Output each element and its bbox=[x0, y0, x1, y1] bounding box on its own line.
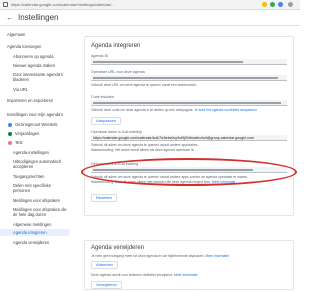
help-text: Deze agenda wordt voor iedereen definiti… bbox=[91, 273, 291, 277]
field-label: Openbare URL voor deze agenda bbox=[91, 70, 145, 74]
ical-url-value[interactable]: https://calendar.google.com/calendar/ica… bbox=[93, 136, 285, 140]
sidebar-item-share[interactable]: Delen met specifieke personen bbox=[13, 183, 67, 193]
browser-url-bar[interactable]: https://calendar.google.com/calendar/r/s… bbox=[0, 0, 300, 10]
extension-icon[interactable] bbox=[278, 2, 283, 7]
sidebar-item-import-export[interactable]: Importeren en exporteren bbox=[7, 98, 53, 103]
calendar-color-dot bbox=[8, 141, 12, 145]
extension-icon[interactable] bbox=[262, 2, 267, 7]
field-label: Openbaar adres in iCal-indeling bbox=[91, 130, 142, 134]
public-url-field[interactable] bbox=[91, 75, 287, 81]
sidebar-item-subscribe[interactable]: Abonneren op agenda bbox=[13, 54, 54, 59]
help-text: Gebruik dit adres om deze agenda te open… bbox=[91, 143, 199, 147]
sidebar-item-new-calendar[interactable]: Nieuwe agenda maken bbox=[13, 63, 55, 68]
back-arrow-icon[interactable]: ← bbox=[6, 13, 14, 22]
redacted-text bbox=[93, 77, 278, 79]
customize-button[interactable]: Aanpassen bbox=[91, 117, 122, 125]
redacted-text bbox=[93, 102, 281, 104]
field-label: Geheim adres in iCal-indeling bbox=[91, 162, 139, 166]
sidebar-calendar-test[interactable]: Test bbox=[15, 140, 23, 145]
sidebar-section-my-calendars[interactable]: Instellingen voor mijn agenda's bbox=[7, 112, 63, 117]
embed-code-field[interactable] bbox=[91, 100, 287, 106]
learn-more-link[interactable]: Meer informatie bbox=[174, 273, 198, 277]
help-text-body: Gebruik deze code om deze agenda in te s… bbox=[91, 108, 194, 112]
remove-calendar-card: Agenda verwijderen Je hebt geen toegang … bbox=[84, 240, 294, 290]
sidebar-item-access[interactable]: Toegangsrechten bbox=[13, 174, 44, 179]
calendar-color-dot bbox=[8, 132, 12, 136]
section-title: Agenda integreren bbox=[91, 43, 141, 49]
settings-sidebar: Algemeen Agenda toevoegen Abonneren op a… bbox=[0, 26, 70, 291]
profile-avatar[interactable] bbox=[288, 2, 293, 7]
calendar-color-dot bbox=[8, 123, 12, 127]
sidebar-section-add-calendar[interactable]: Agenda toevoegen bbox=[7, 44, 41, 49]
learn-more-link[interactable]: Meer informatie bbox=[205, 254, 229, 258]
sidebar-item-allday-notifications[interactable]: Meldingen voor afspraken die de hele dag… bbox=[13, 207, 67, 217]
sidebar-item-remove[interactable]: Agenda verwijderen bbox=[13, 240, 49, 245]
learn-more-link[interactable]: Meer informatie bbox=[212, 180, 236, 184]
warning-text: Waarschuwing: Het adres wordt alleen als… bbox=[91, 148, 195, 152]
help-text-body: Je hebt geen toegang meer tot deze agend… bbox=[91, 254, 205, 258]
help-text: Gebruik deze URL om deze agenda te opene… bbox=[91, 83, 197, 87]
help-text: Je hebt geen toegang meer tot deze agend… bbox=[91, 254, 291, 258]
lock-icon bbox=[3, 2, 8, 7]
sidebar-item-via-url[interactable]: Via URL bbox=[13, 87, 28, 92]
field-label: Code insluiten bbox=[91, 95, 114, 99]
warning-text: Waarschuwing: Deel dit adres alleen met … bbox=[91, 180, 291, 184]
help-text-body: Deze agenda wordt voor iedereen definiti… bbox=[91, 273, 173, 277]
redacted-text bbox=[93, 169, 253, 171]
delete-button[interactable]: Verwijderen bbox=[91, 281, 122, 289]
app-header: ← Instellingen bbox=[0, 10, 300, 26]
extension-icon[interactable] bbox=[270, 2, 275, 7]
ical-address-field[interactable]: https://calendar.google.com/calendar/ica… bbox=[91, 135, 287, 141]
sidebar-calendar-family[interactable]: Gezinsgenoot Weertels bbox=[15, 122, 57, 127]
help-text: Gebruik deze code om deze agenda in te s… bbox=[91, 108, 291, 112]
warning-text-body: Waarschuwing: Deel dit adres alleen met … bbox=[91, 180, 211, 184]
sidebar-item-integrate[interactable]: Agenda integreren bbox=[13, 230, 47, 235]
reset-button[interactable]: Resetten bbox=[91, 194, 118, 202]
section-title: Agenda verwijderen bbox=[91, 245, 145, 251]
sidebar-item-general[interactable]: Algemeen bbox=[7, 32, 25, 37]
secret-address-field[interactable] bbox=[91, 167, 287, 173]
sidebar-item-event-notifications[interactable]: Meldingen voor afspraken bbox=[13, 198, 60, 203]
sidebar-calendar-birthdays[interactable]: Verjaardagen bbox=[15, 131, 39, 136]
unsubscribe-button[interactable]: Afmelden bbox=[91, 261, 118, 269]
calendar-id-field[interactable] bbox=[91, 59, 287, 65]
sidebar-item-general-notifications[interactable]: Algemene meldingen bbox=[13, 222, 51, 227]
integrate-calendar-card: Agenda integreren Agenda-ID Openbare URL… bbox=[84, 36, 294, 216]
sidebar-item-browse[interactable]: Door interessante agenda's bladeren bbox=[13, 72, 67, 82]
sidebar-item-calendar-settings[interactable]: Agenda-instellingen bbox=[13, 150, 49, 155]
page-title: Instellingen bbox=[18, 13, 59, 22]
help-text: Gebruik dit adres om deze agenda te open… bbox=[91, 175, 249, 179]
field-label: Agenda-ID bbox=[91, 54, 109, 58]
url-text[interactable]: https://calendar.google.com/calendar/r/s… bbox=[11, 1, 251, 8]
redacted-text bbox=[93, 61, 243, 63]
settings-main: Agenda integreren Agenda-ID Openbare URL… bbox=[84, 26, 294, 291]
sidebar-item-auto-accept[interactable]: Uitnodigingen automatisch accepteren bbox=[13, 159, 67, 169]
customize-link[interactable]: Je kunt het agenda-voorbeeld aanpassen bbox=[194, 108, 256, 112]
